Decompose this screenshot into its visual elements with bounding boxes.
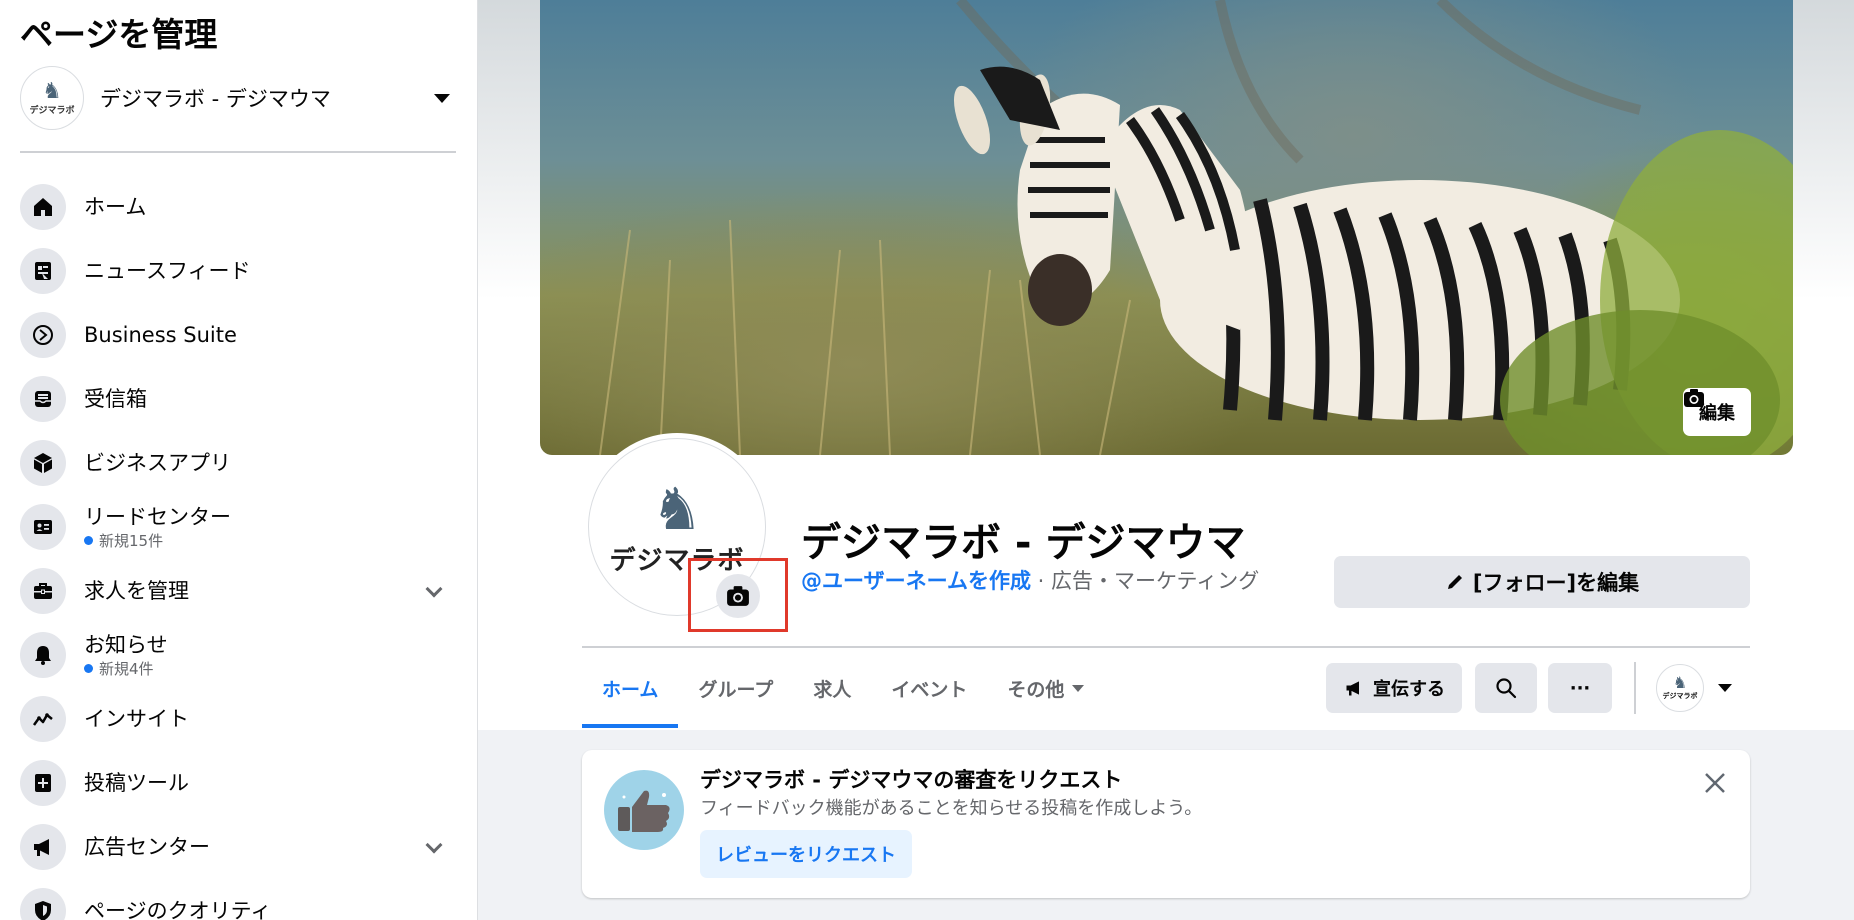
- sidebar-item-ad-center[interactable]: 広告センター: [20, 815, 456, 879]
- page-title: デジマラボ - デジマウマ: [801, 520, 1246, 566]
- page-main: 編集 ♞ デジマラボ デジマラボ - デジマウマ @ユーザーネームを作成 · 広…: [478, 0, 1854, 920]
- camera-icon: [1684, 389, 1704, 407]
- review-card-description: フィードバック機能があることを知らせる投稿を作成しよう。: [700, 798, 1203, 819]
- sidebar-item-home[interactable]: ホーム: [20, 175, 456, 239]
- chevron-down-icon[interactable]: [425, 836, 443, 854]
- zebra-logo-icon: ♞: [1672, 673, 1688, 692]
- tab-jobs[interactable]: 求人: [793, 648, 871, 728]
- action-separator: [1634, 662, 1636, 714]
- tab-more[interactable]: その他: [987, 648, 1104, 728]
- sidebar-item-label: Business Suite: [84, 323, 237, 347]
- sidebar-item-label: ページのクオリティ: [84, 899, 272, 920]
- sidebar-item-label: ホーム: [84, 195, 147, 219]
- page-meta: @ユーザーネームを作成 · 広告・マーケティング: [801, 565, 1259, 595]
- review-request-card: デジマラボ - デジマウマの審査をリクエスト フィードバック機能があることを知ら…: [582, 750, 1750, 898]
- sidebar-item-label: お知らせ: [84, 632, 168, 657]
- caret-down-icon: [1072, 684, 1085, 692]
- tab-events[interactable]: イベント: [871, 648, 987, 728]
- tab-label: イベント: [891, 678, 968, 701]
- thumbs-up-icon: [604, 770, 684, 850]
- megaphone-icon: [20, 824, 66, 870]
- sidebar-item-business-apps[interactable]: ビジネスアプリ: [20, 431, 456, 495]
- zebra-logo-icon: ♞: [651, 474, 703, 543]
- sidebar-item-label: ビジネスアプリ: [84, 451, 231, 475]
- search-icon: [1496, 678, 1517, 699]
- sidebar-item-publishing-tools[interactable]: 投稿ツール: [20, 751, 456, 815]
- shield-icon: [20, 888, 66, 920]
- cover-photo[interactable]: 編集: [540, 0, 1793, 455]
- home-icon: [20, 184, 66, 230]
- tab-groups[interactable]: グループ: [678, 648, 793, 728]
- avatar-logo-text: デジマラボ: [29, 105, 75, 116]
- megaphone-icon: [1346, 681, 1359, 696]
- sidebar-item-news-feed[interactable]: ニュースフィード: [20, 239, 456, 303]
- jobs-icon: [20, 568, 66, 614]
- tab-label: ホーム: [602, 678, 659, 701]
- more-options-label: ···: [1569, 677, 1591, 699]
- search-button[interactable]: [1475, 663, 1537, 713]
- edit-cover-button[interactable]: 編集: [1683, 388, 1751, 436]
- promote-label: 宣伝する: [1373, 679, 1445, 700]
- review-card-title: デジマラボ - デジマウマの審査をリクエスト: [700, 768, 1123, 792]
- new-count-badge: 新規15件: [84, 530, 231, 551]
- sidebar-item-label: リードセンター: [84, 504, 231, 529]
- sidebar-item-label: 投稿ツール: [84, 771, 189, 795]
- pencil-icon: [1447, 575, 1462, 589]
- sidebar-item-notifications[interactable]: お知らせ 新規4件: [20, 623, 456, 687]
- request-review-button[interactable]: レビューをリクエスト: [700, 830, 912, 878]
- business-suite-icon: [20, 312, 66, 358]
- caret-down-icon[interactable]: [434, 93, 450, 103]
- notifications-icon: [20, 632, 66, 678]
- sidebar-nav: ホーム ニュースフィード Business Suite 受信箱 ビジネスアプリ: [20, 175, 456, 920]
- edit-follow-label: [フォロー]を編集: [1472, 571, 1640, 595]
- sidebar-item-label: ニュースフィード: [84, 259, 251, 283]
- sidebar-item-label: 求人を管理: [84, 579, 189, 603]
- insights-icon: [20, 696, 66, 742]
- publishing-tools-icon: [20, 760, 66, 806]
- create-username-link[interactable]: @ユーザーネームを作成: [801, 569, 1031, 593]
- close-icon[interactable]: [1702, 770, 1728, 796]
- sidebar-divider: [20, 151, 456, 153]
- news-feed-icon: [20, 248, 66, 294]
- page-switcher[interactable]: ♞ デジマラボ デジマラボ - デジマウマ: [20, 66, 456, 130]
- lead-center-icon: [20, 504, 66, 550]
- new-count-text: 新規15件: [99, 531, 164, 550]
- sidebar-item-inbox[interactable]: 受信箱: [20, 367, 456, 431]
- unread-dot-icon: [84, 663, 93, 673]
- new-count-badge: 新規4件: [84, 658, 168, 679]
- tab-home[interactable]: ホーム: [582, 648, 679, 728]
- new-count-text: 新規4件: [99, 659, 154, 678]
- zebra-logo-icon: ♞: [42, 78, 62, 104]
- sidebar-item-jobs[interactable]: 求人を管理: [20, 559, 456, 623]
- sidebar-item-label: インサイト: [84, 707, 189, 731]
- tab-label: グループ: [698, 678, 774, 701]
- unread-dot-icon: [84, 535, 93, 545]
- sidebar-item-label: 受信箱: [84, 387, 147, 411]
- manage-page-sidebar: ページを管理 ♞ デジマラボ デジマラボ - デジマウマ ホーム ニュースフィー…: [0, 0, 478, 920]
- page-tabs: ホーム グループ 求人 イベント その他: [582, 648, 1104, 728]
- edit-follow-button[interactable]: [フォロー]を編集: [1334, 556, 1750, 608]
- zebra-cover-image: [599, 0, 1793, 455]
- account-switcher-avatar[interactable]: ♞ デジマラボ: [1656, 664, 1704, 712]
- tab-label: 求人: [813, 678, 852, 701]
- caret-down-icon[interactable]: [1718, 684, 1732, 692]
- account-logo-text: デジマラボ: [1662, 692, 1698, 700]
- page-avatar: ♞ デジマラボ: [20, 66, 84, 130]
- page-category: · 広告・マーケティング: [1030, 569, 1260, 593]
- tab-label: その他: [1007, 678, 1065, 701]
- more-options-button[interactable]: ···: [1548, 663, 1612, 713]
- sidebar-item-insights[interactable]: インサイト: [20, 687, 456, 751]
- highlight-annotation-box: [688, 558, 788, 632]
- chevron-down-icon[interactable]: [425, 580, 443, 598]
- sidebar-item-label: 広告センター: [84, 835, 210, 859]
- sidebar-title: ページを管理: [20, 15, 218, 54]
- sidebar-item-lead-center[interactable]: リードセンター 新規15件: [20, 495, 456, 559]
- sidebar-item-business-suite[interactable]: Business Suite: [20, 303, 456, 367]
- sidebar-item-page-quality[interactable]: ページのクオリティ: [20, 879, 456, 920]
- promote-button[interactable]: 宣伝する: [1326, 663, 1462, 713]
- business-apps-icon: [20, 440, 66, 486]
- inbox-icon: [20, 376, 66, 422]
- page-switcher-name: デジマラボ - デジマウマ: [100, 87, 331, 111]
